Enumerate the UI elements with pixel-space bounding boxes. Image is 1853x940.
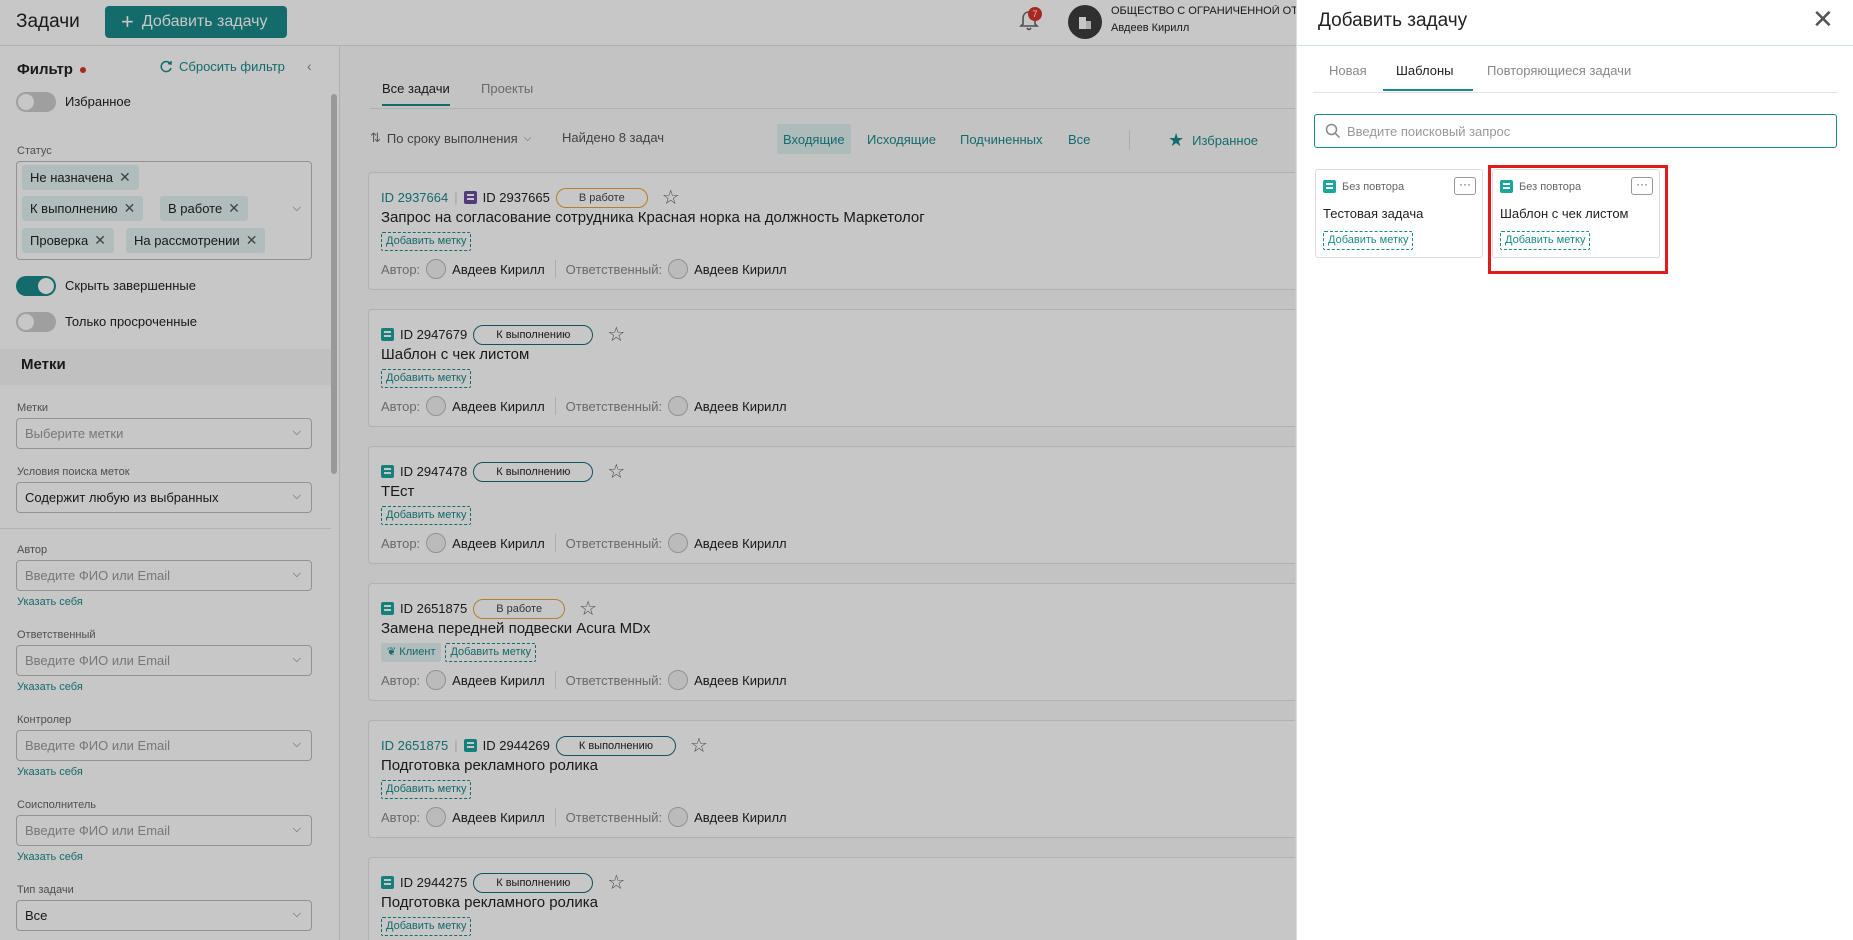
close-icon[interactable]: ✕ [1812, 6, 1834, 32]
add-task-drawer: Добавить задачу ✕ Новая Шаблоны Повторяю… [1296, 0, 1853, 940]
template-type-icon [1323, 180, 1336, 193]
repeat-label: Без повтора [1342, 180, 1405, 193]
tab-recurring[interactable]: Повторяющиеся задачи [1487, 63, 1631, 78]
drawer-title: Добавить задачу [1318, 10, 1468, 31]
tab-new[interactable]: Новая [1329, 63, 1367, 78]
highlight-box [1488, 165, 1668, 274]
divider [1297, 45, 1853, 46]
active-tab-indicator [1383, 89, 1473, 91]
search-input[interactable] [1347, 123, 1827, 139]
modal-overlay[interactable] [0, 0, 1296, 940]
add-tag-button[interactable]: Добавить метку [1323, 231, 1414, 250]
template-title[interactable]: Тестовая задача [1323, 206, 1423, 221]
more-icon[interactable]: ··· [1454, 177, 1476, 195]
tab-templates[interactable]: Шаблоны [1396, 63, 1454, 78]
divider [1313, 92, 1838, 93]
search-icon [1325, 123, 1341, 139]
template-search[interactable] [1314, 114, 1837, 148]
template-card[interactable]: Без повтора ··· Тестовая задача Добавить… [1315, 169, 1483, 258]
